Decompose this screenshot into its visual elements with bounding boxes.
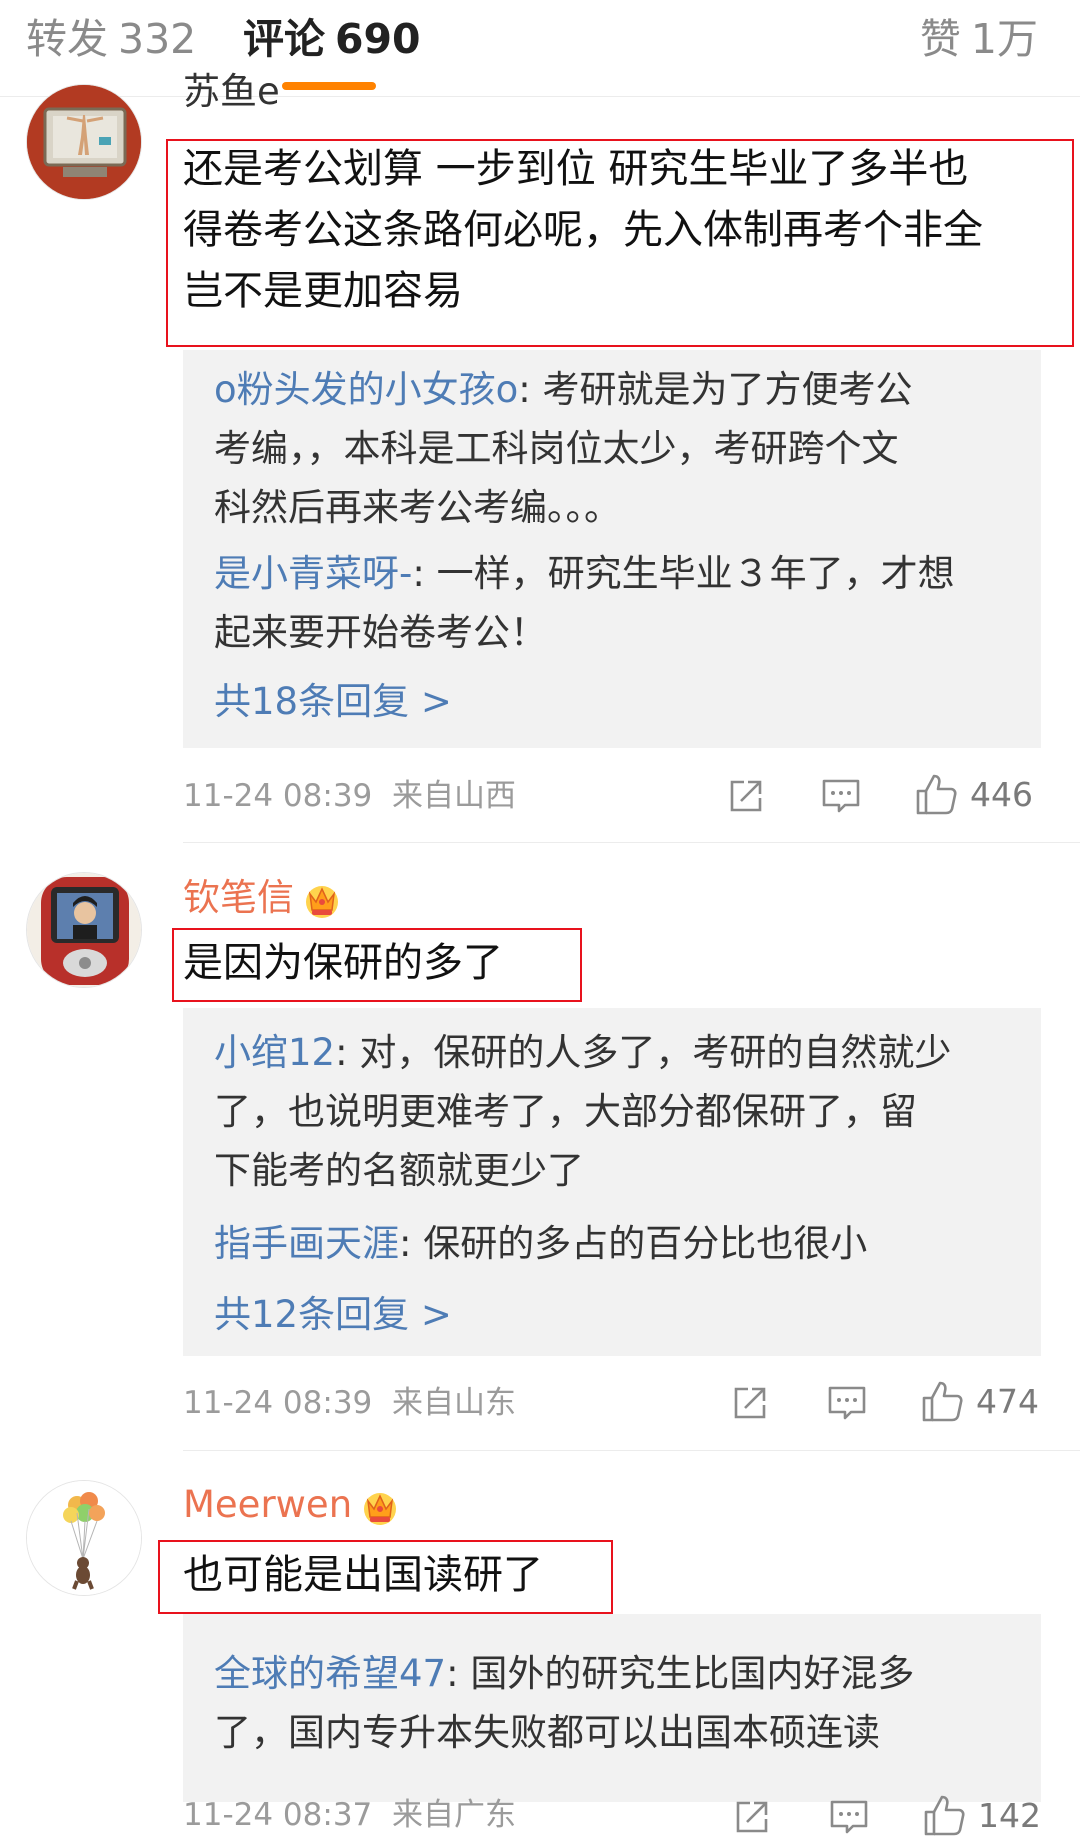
reply-item[interactable]: 是小青菜呀-: 一样，研究生毕业３年了，才想 起来要开始卷考公！ [214, 544, 1014, 662]
timestamp: 11-24 08:37 [183, 1797, 373, 1833]
timestamp: 11-24 08:39 [183, 1385, 373, 1421]
reply-button[interactable] [828, 1795, 870, 1839]
tab-comments-label: 评论 [243, 15, 325, 63]
comment-text-line: 是因为保研的多了 [183, 940, 503, 986]
reply-button[interactable] [820, 774, 862, 818]
location: 来自山东 [392, 1385, 516, 1421]
reply-text: 下能考的名额就更少了 [214, 1149, 584, 1192]
reply-author[interactable]: 全球的希望47 [214, 1652, 446, 1695]
like-button[interactable]: 446 [914, 772, 1033, 816]
share-icon [730, 1383, 770, 1423]
reply-text: 考编，，本科是工科岗位太少，考研跨个文 [214, 427, 899, 470]
tab-repost[interactable]: 转发 332 [26, 14, 196, 64]
location: 来自广东 [392, 1797, 516, 1833]
username[interactable]: 苏鱼e [183, 70, 280, 114]
divider [183, 842, 1080, 843]
comment-text-line: 也可能是出国读研了 [183, 1552, 543, 1598]
username[interactable]: 钦笔信 [183, 876, 342, 920]
tab-likes-label: 赞 [919, 15, 961, 63]
share-button[interactable] [726, 774, 766, 818]
like-icon [914, 772, 958, 816]
username-text: 钦笔信 [183, 876, 294, 919]
comment-icon [828, 1797, 870, 1837]
reply-colon: : [335, 1031, 360, 1074]
more-replies-link[interactable]: 共18条回复 > [214, 680, 452, 724]
like-count: 446 [970, 774, 1033, 814]
reply-text: 科然后再来考公考编。。。 [214, 486, 621, 529]
reply-author[interactable]: 小绾12 [214, 1031, 335, 1074]
comment-meta: 11-24 08:37 来自广东 [183, 1795, 516, 1835]
tab-comments-count: 690 [335, 15, 421, 63]
avatar[interactable] [26, 84, 142, 200]
replies-panel: o粉头发的小女孩o: 考研就是为了方便考公 考编，，本科是工科岗位太少，考研跨个… [183, 350, 1041, 748]
tab-repost-label: 转发 [26, 15, 108, 63]
avatar[interactable] [26, 1480, 142, 1596]
comment-meta: 11-24 08:39 来自山东 [183, 1383, 516, 1423]
avatar[interactable] [26, 872, 142, 988]
reply-text: 一样，研究生毕业３年了，才想 [436, 552, 955, 595]
tab-likes-count: 1万 [970, 15, 1038, 63]
comment-text: 是因为保研的多了 [183, 933, 503, 994]
reply-author[interactable]: 是小青菜呀- [214, 552, 412, 595]
comment-text: 也可能是出国读研了 [183, 1545, 543, 1606]
reply-author[interactable]: 指手画天涯 [214, 1222, 399, 1265]
reply-button[interactable] [826, 1381, 868, 1425]
like-count: 142 [978, 1795, 1041, 1835]
tab-likes[interactable]: 赞 1万 [920, 14, 1038, 64]
comment-text-line: 得卷考公这条路何必呢，先入体制再考个非全 [183, 207, 983, 253]
timestamp: 11-24 08:39 [183, 778, 373, 814]
comment-icon [820, 776, 862, 816]
reply-item[interactable]: 指手画天涯: 保研的多占的百分比也很小 [214, 1214, 1014, 1273]
more-replies-link[interactable]: 共12条回复 > [214, 1293, 452, 1337]
reply-colon: : [399, 1222, 424, 1265]
vip-crown-icon [360, 1487, 400, 1527]
comment-icon [826, 1383, 868, 1423]
share-button[interactable] [730, 1381, 770, 1425]
reply-item[interactable]: o粉头发的小女孩o: 考研就是为了方便考公 考编，，本科是工科岗位太少，考研跨个… [214, 360, 1014, 537]
reply-text: 了，也说明更难考了，大部分都保研了，留 [214, 1090, 917, 1133]
reply-text: 保研的多占的百分比也很小 [423, 1222, 868, 1265]
reply-text: 考研就是为了方便考公 [542, 368, 913, 411]
replies-panel: 全球的希望47: 国外的研究生比国内好混多 了，国内专升本失败都可以出国本硕连读 [183, 1614, 1041, 1802]
like-icon [922, 1793, 966, 1837]
like-button[interactable]: 142 [922, 1793, 1041, 1837]
comment-text-line: 还是考公划算 一步到位 研究生毕业了多半也 [183, 146, 969, 192]
reply-item[interactable]: 小绾12: 对，保研的人多了，考研的自然就少 了，也说明更难考了，大部分都保研了… [214, 1023, 1014, 1200]
tab-repost-count: 332 [118, 15, 197, 63]
share-button[interactable] [732, 1795, 772, 1839]
tab-comments[interactable]: 评论 690 [243, 14, 421, 64]
like-count: 474 [976, 1381, 1039, 1421]
replies-panel: 小绾12: 对，保研的人多了，考研的自然就少 了，也说明更难考了，大部分都保研了… [183, 1008, 1041, 1356]
reply-text: 国外的研究生比国内好混多 [470, 1652, 915, 1695]
tab-bar: 转发 332 评论 690 赞 1万 [0, 0, 1080, 97]
username[interactable]: Meerwen [183, 1483, 400, 1527]
share-icon [732, 1797, 772, 1837]
comment-text: 还是考公划算 一步到位 研究生毕业了多半也 得卷考公这条路何必呢，先入体制再考个… [183, 139, 983, 322]
reply-colon: : [446, 1652, 471, 1695]
like-icon [920, 1379, 964, 1423]
reply-item[interactable]: 全球的希望47: 国外的研究生比国内好混多 了，国内专升本失败都可以出国本硕连读 [214, 1644, 1014, 1762]
divider [183, 1450, 1080, 1451]
reply-author[interactable]: o粉头发的小女孩o [214, 368, 518, 411]
reply-text: 了，国内专升本失败都可以出国本硕连读 [214, 1711, 880, 1754]
comment-meta: 11-24 08:39 来自山西 [183, 776, 516, 816]
username-text: Meerwen [183, 1483, 353, 1526]
like-button[interactable]: 474 [920, 1379, 1039, 1423]
vip-crown-icon [302, 880, 342, 920]
reply-text: 起来要开始卷考公！ [214, 611, 547, 654]
reply-text: 对，保研的人多了，考研的自然就少 [359, 1031, 952, 1074]
share-icon [726, 776, 766, 816]
location: 来自山西 [392, 778, 516, 814]
reply-colon: : [412, 552, 437, 595]
reply-colon: : [518, 368, 543, 411]
comment-text-line: 岂不是更加容易 [183, 268, 463, 314]
active-tab-indicator [282, 82, 376, 90]
